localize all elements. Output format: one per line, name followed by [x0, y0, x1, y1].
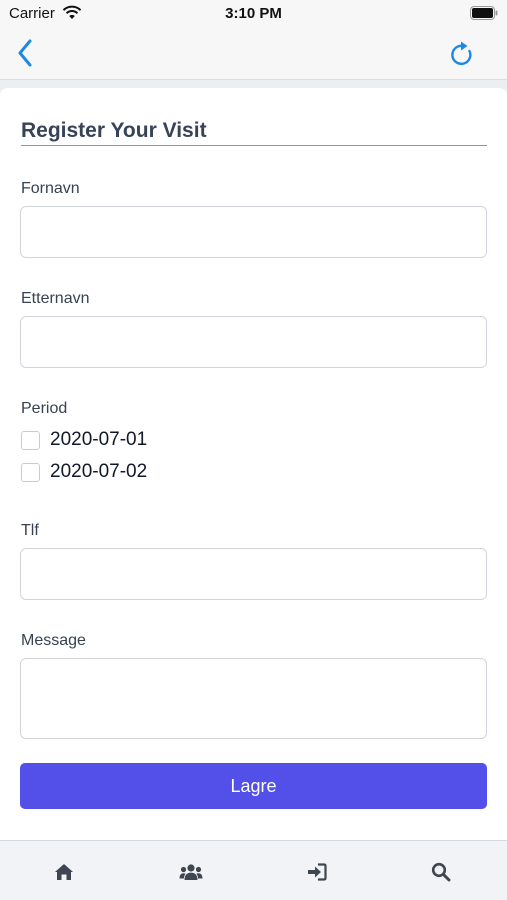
phone-field[interactable]	[20, 548, 487, 600]
sign-in-icon	[308, 863, 327, 881]
tab-search[interactable]	[428, 861, 454, 883]
status-bar: Carrier 3:10 PM	[0, 0, 507, 30]
tab-home[interactable]	[51, 861, 77, 883]
period-option-label-1: 2020-07-01	[50, 429, 148, 450]
last-name-label: Etternavn	[21, 290, 90, 307]
register-form-card: Register Your Visit Fornavn Etternavn Pe…	[0, 88, 507, 840]
tab-users[interactable]	[178, 861, 204, 883]
tab-sign-in[interactable]	[304, 861, 330, 883]
nav-bar	[0, 30, 507, 80]
period-option-2[interactable]: 2020-07-02	[21, 460, 147, 484]
status-time: 3:10 PM	[225, 5, 282, 22]
period-label: Period	[21, 400, 68, 417]
users-icon	[179, 864, 203, 880]
home-icon	[55, 864, 73, 880]
refresh-button[interactable]	[447, 39, 477, 69]
chevron-left-icon	[18, 39, 32, 67]
period-checkbox-2[interactable]	[21, 462, 40, 482]
save-button[interactable]: Lagre	[20, 763, 487, 809]
form-title: Register Your Visit	[21, 119, 207, 142]
period-checkbox-1[interactable]	[21, 430, 40, 450]
last-name-field[interactable]	[20, 316, 487, 368]
phone-label: Tlf	[21, 522, 39, 539]
message-field[interactable]	[20, 658, 487, 739]
period-option-1[interactable]: 2020-07-01	[21, 428, 147, 452]
first-name-field[interactable]	[20, 206, 487, 258]
message-label: Message	[21, 632, 86, 649]
title-divider	[21, 145, 487, 146]
back-button[interactable]	[10, 38, 40, 68]
tab-bar	[0, 840, 507, 900]
search-icon	[431, 862, 451, 882]
refresh-icon	[451, 41, 472, 65]
period-option-label-2: 2020-07-02	[50, 461, 148, 482]
battery-icon	[470, 6, 498, 20]
first-name-label: Fornavn	[21, 180, 80, 197]
